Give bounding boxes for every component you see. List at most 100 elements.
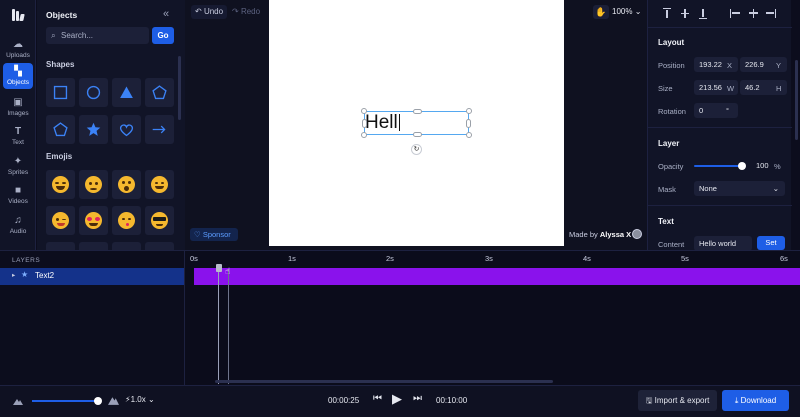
align-center-icon[interactable] — [748, 8, 758, 19]
shape-star[interactable] — [79, 115, 108, 144]
align-left-icon[interactable] — [730, 8, 740, 19]
bottom-bar: ⚡1.0x ⌄ 00:00:25 ⏮ ▶ ⏭ 00:10:00 🖫 Import… — [0, 385, 800, 417]
emoji-smile[interactable] — [145, 170, 174, 199]
search-input[interactable] — [61, 27, 146, 44]
hover-marker — [228, 269, 229, 384]
shape-circle[interactable] — [79, 78, 108, 107]
mask-select[interactable]: None ⌄ — [694, 181, 785, 196]
align-right-icon[interactable] — [766, 8, 776, 19]
sprites-icon: ✦ — [13, 156, 23, 167]
zoom-select[interactable]: 100% ⌄ — [612, 5, 641, 19]
playhead-handle[interactable] — [216, 264, 222, 272]
rail-audio[interactable]: ♫ Audio — [3, 212, 33, 238]
rail-text[interactable]: T Text — [3, 123, 33, 149]
current-time: 00:00:25 — [328, 396, 360, 405]
y-unit-label: Y — [776, 61, 782, 70]
resize-handle-n[interactable] — [413, 109, 422, 114]
emoji-kiss[interactable] — [112, 206, 141, 235]
shape-pentagon[interactable] — [145, 78, 174, 107]
opacity-input[interactable]: 100 — [751, 158, 773, 173]
layer-row[interactable]: ▸ ★ Text2 — [0, 268, 184, 285]
timeline-scrollbar[interactable] — [215, 380, 553, 383]
mask-label: Mask — [658, 185, 676, 194]
emoji-more[interactable] — [46, 242, 75, 250]
shape-square[interactable] — [46, 78, 75, 107]
layout-title: Layout — [658, 38, 685, 47]
sponsor-button[interactable]: ♡ Sponsor — [190, 228, 238, 241]
shape-arrow[interactable] — [145, 115, 174, 144]
speed-select[interactable]: ⚡1.0x ⌄ — [125, 395, 155, 404]
resize-handle-sw[interactable] — [361, 132, 367, 138]
emoji-more[interactable] — [145, 242, 174, 250]
timeline-zoom-slider[interactable] — [32, 400, 98, 402]
rail-objects[interactable]: ▚ Objects — [3, 63, 33, 89]
properties-scrollbar[interactable] — [795, 60, 798, 140]
time-tick: 6s — [780, 254, 788, 263]
shape-pentagon-outline[interactable] — [46, 115, 75, 144]
resize-handle-w[interactable] — [362, 119, 367, 128]
skip-back-icon[interactable]: ⏮ — [373, 393, 382, 404]
go-button[interactable]: Go — [152, 27, 174, 44]
align-bottom-icon[interactable] — [698, 8, 708, 19]
timeline-zoom-handle[interactable] — [94, 397, 102, 405]
opacity-slider-track[interactable] — [694, 165, 742, 167]
selected-text-element[interactable]: Hell — [361, 108, 472, 138]
set-button[interactable]: Set — [757, 236, 785, 250]
chevron-down-icon: ⌄ — [634, 7, 642, 16]
resize-handle-se[interactable] — [466, 132, 472, 138]
collapse-panel-icon[interactable]: « — [163, 8, 169, 20]
timeline-clip[interactable] — [194, 268, 800, 285]
time-tick: 2s — [386, 254, 394, 263]
star-icon: ★ — [21, 270, 29, 279]
zoom-in-icon[interactable] — [108, 396, 119, 405]
resize-handle-nw[interactable] — [361, 108, 367, 114]
h-unit-label: H — [776, 84, 782, 93]
rotation-input[interactable]: 0 ° — [694, 103, 738, 118]
rail-sprites[interactable]: ✦ Sprites — [3, 153, 33, 179]
resize-handle-e[interactable] — [466, 119, 471, 128]
left-rail: ☁ Uploads ▚ Objects ▣ Images T Text ✦ Sp… — [0, 0, 36, 250]
emoji-worried[interactable] — [79, 170, 108, 199]
align-top-icon[interactable] — [662, 8, 672, 19]
emoji-sunglasses[interactable] — [145, 206, 174, 235]
shape-triangle[interactable] — [112, 78, 141, 107]
design-canvas[interactable]: Hell ↻ — [269, 0, 564, 246]
redo-button[interactable]: ↷ Redo — [232, 5, 260, 19]
layers-title: LAYERS — [12, 257, 41, 264]
opacity-slider-handle[interactable] — [738, 162, 746, 170]
rail-videos[interactable]: ■ Videos — [3, 182, 33, 208]
emoji-wink[interactable] — [46, 206, 75, 235]
import-export-button[interactable]: 🖫 Import & export — [638, 390, 717, 411]
rail-images[interactable]: ▣ Images — [3, 94, 33, 120]
resize-handle-s[interactable] — [413, 132, 422, 137]
cloud-upload-icon: ☁ — [13, 39, 23, 50]
hand-tool-icon[interactable]: ✋ — [593, 5, 609, 19]
align-middle-icon[interactable] — [680, 8, 690, 19]
text-icon: T — [14, 126, 22, 137]
undo-button[interactable]: ↶ Undo — [191, 5, 228, 19]
resize-handle-ne[interactable] — [466, 108, 472, 114]
text-element-content[interactable]: Hell — [365, 113, 398, 133]
x-unit-label: X — [727, 61, 733, 70]
expand-arrow-icon[interactable]: ▸ — [12, 271, 15, 279]
play-icon[interactable]: ▶ — [392, 391, 402, 407]
emoji-heart-eyes[interactable] — [79, 206, 108, 235]
playhead-line — [218, 269, 219, 384]
skip-forward-icon[interactable]: ⏭ — [413, 393, 422, 404]
zoom-out-icon[interactable] — [13, 397, 23, 405]
rotate-icon[interactable]: ↻ — [411, 144, 422, 155]
panel-scrollbar[interactable] — [178, 56, 181, 120]
emoji-more[interactable] — [79, 242, 108, 250]
emoji-joy[interactable] — [46, 170, 75, 199]
audio-icon: ♫ — [14, 215, 22, 226]
sunglasses-emoji-icon — [151, 212, 168, 229]
rail-uploads[interactable]: ☁ Uploads — [3, 36, 33, 62]
made-by-credit[interactable]: Made by Alyssa X — [569, 230, 631, 239]
emoji-more[interactable] — [112, 242, 141, 250]
shape-heart[interactable] — [112, 115, 141, 144]
emoji-surprised[interactable] — [112, 170, 141, 199]
content-input[interactable]: Hello world — [694, 236, 752, 251]
download-button[interactable]: ⤓ Download — [722, 390, 789, 411]
degree-stepper-icon: ° — [726, 106, 729, 115]
joy-emoji-icon — [52, 176, 69, 193]
